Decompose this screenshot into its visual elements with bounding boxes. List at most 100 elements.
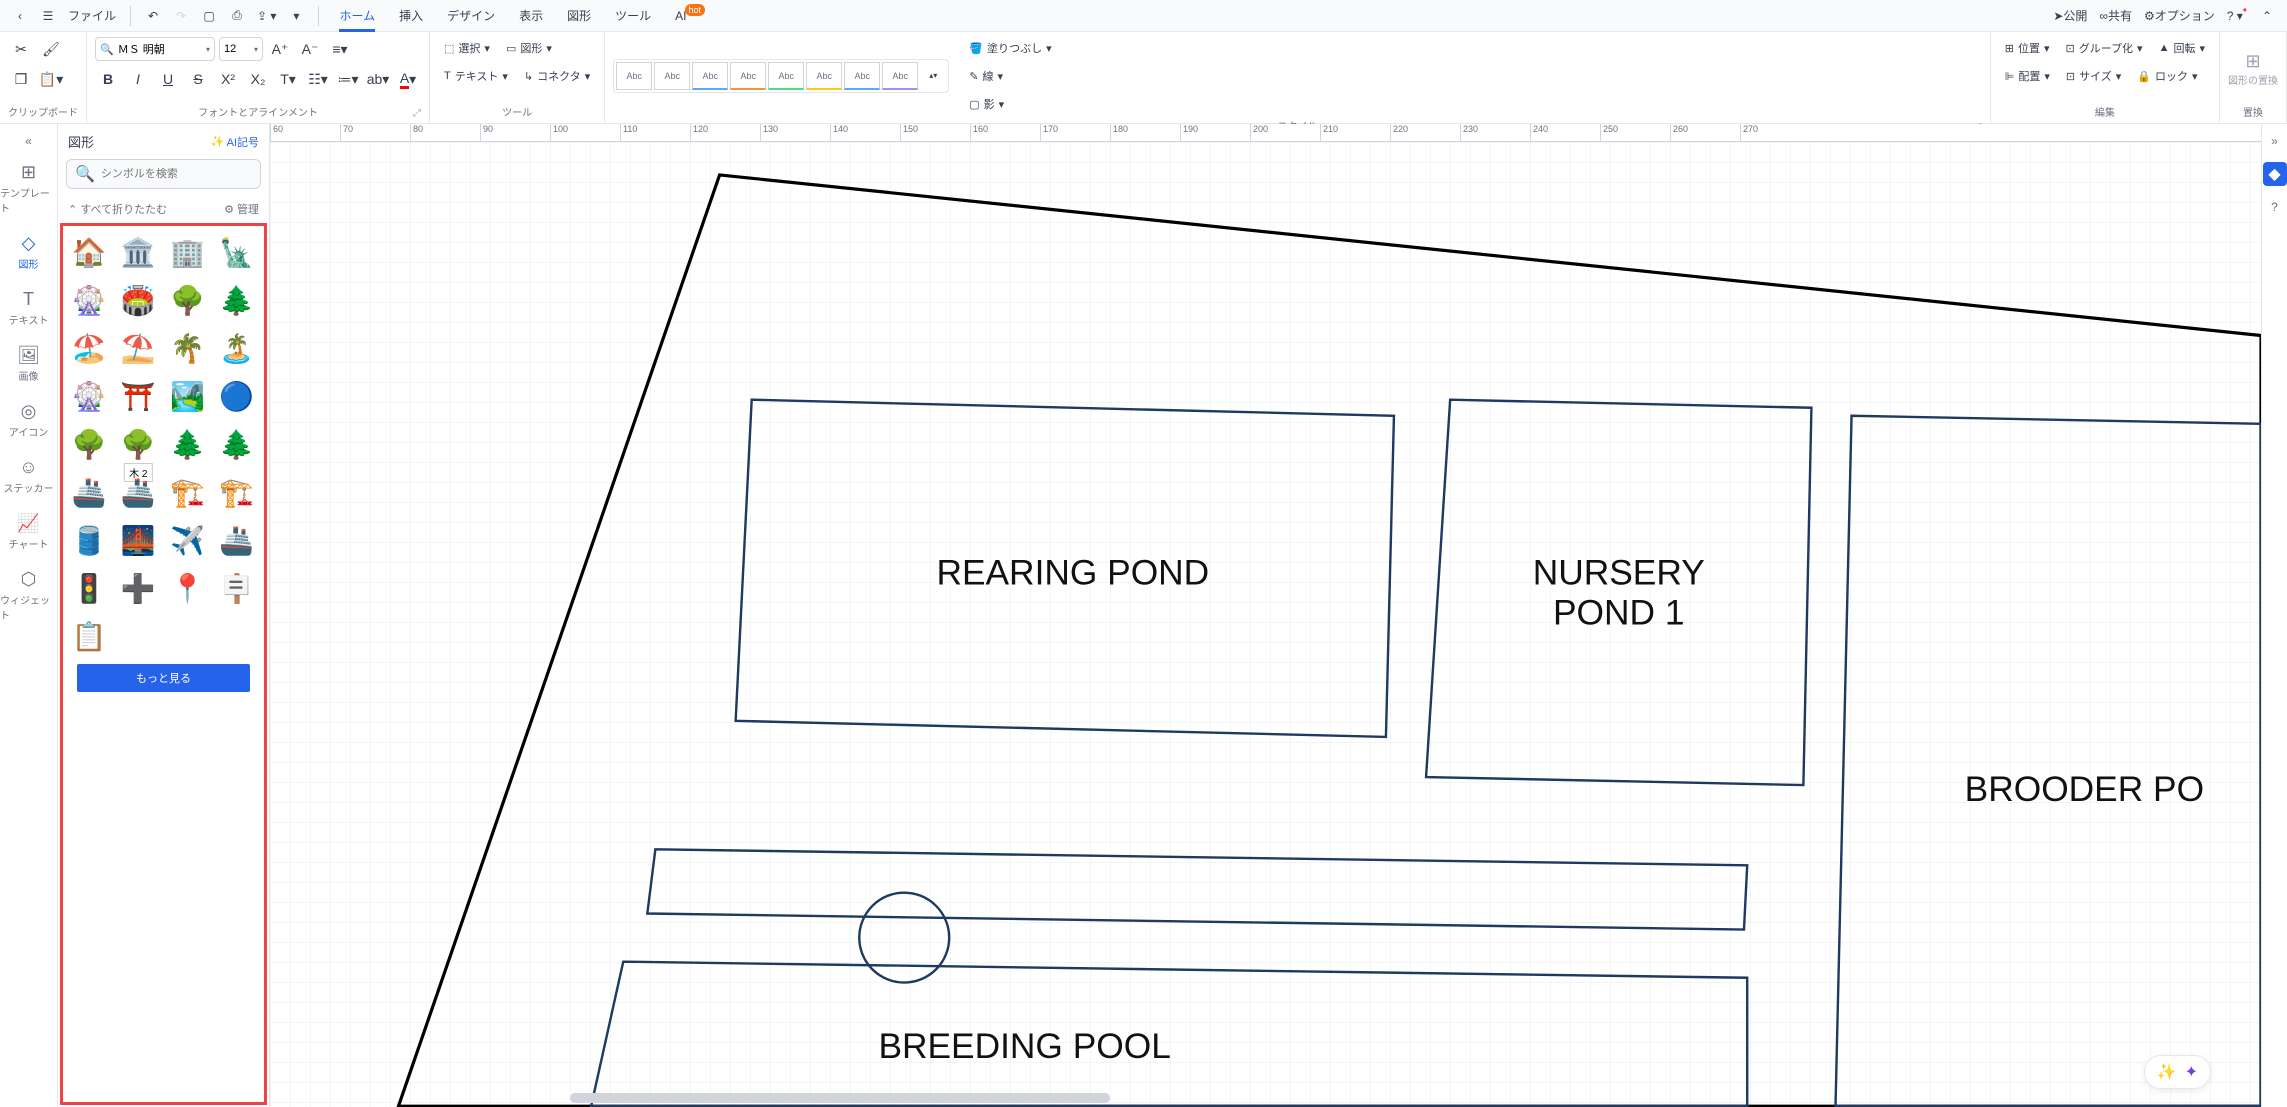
list-button[interactable]: ≔▾: [335, 66, 361, 92]
group-button[interactable]: ⊡ グループ化 ▾: [2059, 36, 2148, 60]
style-gallery[interactable]: Abc Abc Abc Abc Abc Abc Abc Abc ▴▾: [613, 59, 949, 93]
shape-tool[interactable]: ▭ 図形 ▾: [500, 36, 558, 60]
shape-symbol[interactable]: 🪧: [217, 568, 257, 608]
tab-home[interactable]: ホーム: [329, 0, 385, 32]
shrink-font-button[interactable]: A⁻: [297, 36, 323, 62]
shape-symbol[interactable]: 🏠: [69, 232, 109, 272]
shape-symbol[interactable]: 🚢: [118, 472, 158, 512]
shape-symbol[interactable]: 🏗️: [168, 472, 208, 512]
shape-symbol[interactable]: 🛢️: [69, 520, 109, 560]
tab-ai[interactable]: AIhot: [665, 0, 717, 32]
file-menu[interactable]: ファイル: [64, 4, 120, 28]
align-button2[interactable]: ⊫ 配置 ▾: [1999, 64, 2056, 88]
style-item[interactable]: Abc: [730, 62, 766, 90]
line-spacing-button[interactable]: ☷▾: [305, 66, 331, 92]
italic-button[interactable]: I: [125, 66, 151, 92]
text-direction-button[interactable]: ab▾: [365, 66, 391, 92]
shape-symbol[interactable]: 🚦: [69, 568, 109, 608]
paste-button[interactable]: 📋▾: [38, 66, 64, 92]
shape-symbol[interactable]: ⛩️: [118, 376, 158, 416]
size-button[interactable]: ⊡ サイズ ▾: [2060, 64, 2127, 88]
shape-symbol[interactable]: 🏖️: [69, 328, 109, 368]
share-button[interactable]: ∞ 共有: [2095, 4, 2136, 28]
menu-icon[interactable]: ☰: [36, 4, 60, 28]
right-diamond-button[interactable]: ◆: [2263, 162, 2287, 186]
tab-design[interactable]: デザイン: [437, 0, 505, 32]
tab-tool[interactable]: ツール: [605, 0, 661, 32]
back-button[interactable]: ‹: [8, 4, 32, 28]
help-icon[interactable]: ?: [2264, 196, 2286, 218]
sidebar-image[interactable]: 🖼画像: [0, 337, 57, 391]
shape-symbol[interactable]: 🏛️: [118, 232, 158, 272]
shape-symbol[interactable]: 🏢: [168, 232, 208, 272]
more-quick-button[interactable]: ▾: [284, 4, 308, 28]
ai-diamond-button[interactable]: ✦: [2185, 1062, 2198, 1082]
shape-symbol[interactable]: 🌴: [168, 328, 208, 368]
shape-symbol[interactable]: 🎡: [69, 280, 109, 320]
shape-symbol[interactable]: 🚢: [217, 520, 257, 560]
ai-sparkle-button[interactable]: ✨: [2157, 1062, 2177, 1082]
horizontal-scrollbar[interactable]: [570, 1093, 1110, 1103]
subscript-button[interactable]: X₂: [245, 66, 271, 92]
shape-symbol[interactable]: 🏟️: [118, 280, 158, 320]
style-item[interactable]: Abc: [844, 62, 880, 90]
font-color-button[interactable]: A▾: [395, 66, 421, 92]
copy-button[interactable]: ❐: [8, 66, 34, 92]
export-button[interactable]: ⇪ ▾: [253, 4, 280, 28]
superscript-button[interactable]: X²: [215, 66, 241, 92]
expand-right-button[interactable]: »: [2264, 130, 2286, 152]
symbol-search[interactable]: 🔍: [66, 159, 261, 189]
shape-symbol[interactable]: 🌉: [118, 520, 158, 560]
underline-button[interactable]: U: [155, 66, 181, 92]
shape-symbol[interactable]: 🏞️: [168, 376, 208, 416]
font-select[interactable]: 🔍 ＭＳ 明朝▾: [95, 37, 215, 61]
line-button[interactable]: ✎ 線 ▾: [963, 64, 1057, 88]
lock-button[interactable]: 🔒 ロック ▾: [2131, 64, 2203, 88]
shape-symbol[interactable]: 🌲: [217, 280, 257, 320]
sidebar-shapes[interactable]: ◇図形: [0, 225, 57, 279]
position-button[interactable]: ⊞ 位置 ▾: [1999, 36, 2056, 60]
collapse-ribbon-button[interactable]: ⌃: [2255, 4, 2279, 28]
sidebar-icon[interactable]: ◎アイコン: [0, 393, 57, 447]
style-item[interactable]: Abc: [806, 62, 842, 90]
fill-button[interactable]: 🪣 塗りつぶし ▾: [963, 36, 1057, 60]
shape-symbol[interactable]: 📋: [69, 616, 109, 656]
style-item[interactable]: Abc: [882, 62, 918, 90]
save-button[interactable]: ▢: [197, 4, 221, 28]
symbol-search-input[interactable]: [101, 168, 252, 180]
strike-button[interactable]: S: [185, 66, 211, 92]
style-item[interactable]: Abc: [692, 62, 728, 90]
shape-symbol[interactable]: 🏝️: [217, 328, 257, 368]
grow-font-button[interactable]: A⁺: [267, 36, 293, 62]
shape-symbol[interactable]: 🚢: [69, 472, 109, 512]
shape-symbol[interactable]: ⛱️: [118, 328, 158, 368]
align-button[interactable]: ≡▾: [327, 36, 353, 62]
collapse-sidebar-button[interactable]: «: [21, 130, 36, 152]
redo-button[interactable]: ↷: [169, 4, 193, 28]
font-launcher[interactable]: ⤢: [413, 108, 421, 119]
tab-view[interactable]: 表示: [509, 0, 553, 32]
more-shapes-button[interactable]: もっと見る: [77, 664, 250, 692]
text-tool[interactable]: T テキスト ▾: [438, 64, 514, 88]
shape-symbol[interactable]: ✈️: [168, 520, 208, 560]
select-tool[interactable]: ⬚ 選択 ▾: [438, 36, 496, 60]
options-button[interactable]: ⚙ オプション: [2140, 4, 2219, 28]
shape-symbol[interactable]: 🌲: [168, 424, 208, 464]
sidebar-widget[interactable]: ⬡ウィジェット: [0, 561, 57, 630]
cut-button[interactable]: ✂: [8, 36, 34, 62]
font-size-select[interactable]: 12▾: [219, 37, 263, 61]
shadow-button[interactable]: ▢ 影 ▾: [963, 92, 1057, 116]
connector-tool[interactable]: ↳ コネクタ ▾: [518, 64, 596, 88]
canvas[interactable]: REARING POND NURSERY POND 1 BROODER PO B…: [270, 142, 2261, 1107]
print-button[interactable]: ⎙: [225, 4, 249, 28]
bold-button[interactable]: B: [95, 66, 121, 92]
sidebar-sticker[interactable]: ☺ステッカー: [0, 449, 57, 503]
gallery-more-button[interactable]: ▴▾: [920, 62, 946, 88]
replace-shape-button[interactable]: ⊞ 図形の置換: [2228, 51, 2278, 87]
style-item[interactable]: Abc: [616, 62, 652, 90]
help-button[interactable]: ? ▾•: [2223, 4, 2251, 28]
publish-button[interactable]: ➤ 公開: [2049, 4, 2091, 28]
format-painter-button[interactable]: 🖌: [38, 36, 64, 62]
tab-shape[interactable]: 図形: [557, 0, 601, 32]
style-item[interactable]: Abc: [768, 62, 804, 90]
